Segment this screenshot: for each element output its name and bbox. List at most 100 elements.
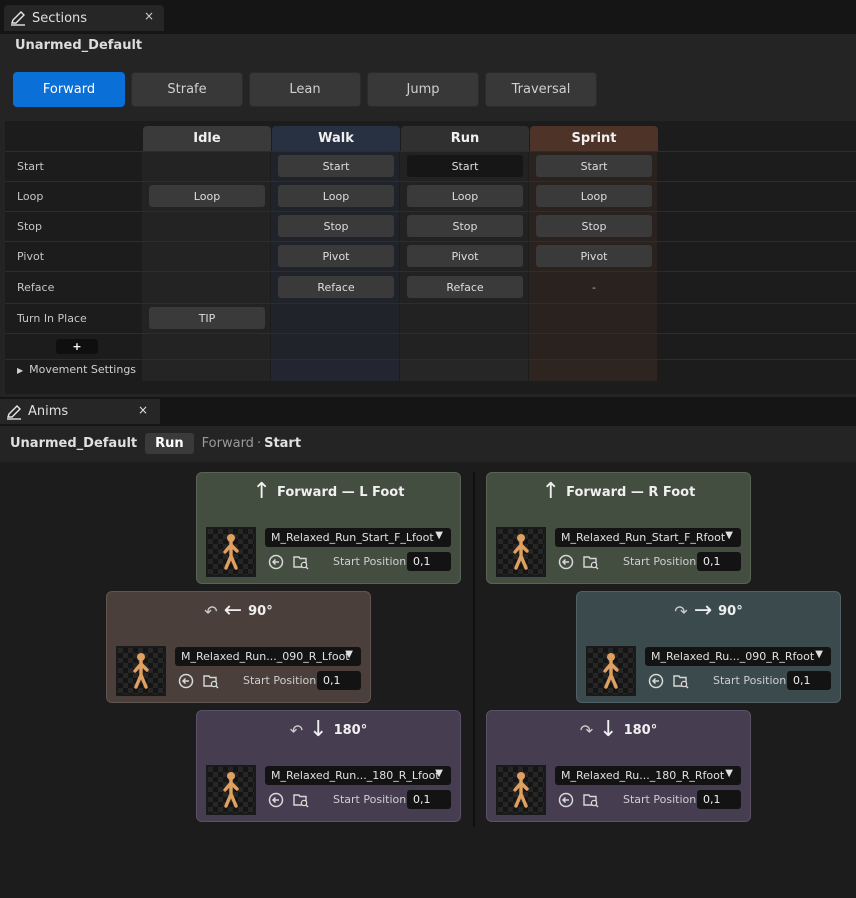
browse-asset-icon[interactable] (293, 554, 309, 570)
use-selected-asset-icon[interactable] (178, 673, 194, 689)
cell-run-stop[interactable]: Stop (407, 215, 523, 237)
segment-traversal[interactable]: Traversal (485, 72, 597, 107)
cell-run-pivot[interactable]: Pivot (407, 245, 523, 267)
anim-asset-select[interactable]: M_Relaxed_Run_Start_F_Rfoot ▼ (555, 528, 741, 547)
start-position-field[interactable]: 0,1 (407, 790, 451, 809)
cell-walk-loop[interactable]: Loop (278, 185, 394, 207)
cell-run-loop[interactable]: Loop (407, 185, 523, 207)
cell-sprint-stop[interactable]: Stop (536, 215, 652, 237)
column-header-walk: Walk (272, 126, 400, 151)
browse-asset-icon[interactable] (673, 673, 689, 689)
movement-settings-toggle[interactable]: ▶ Movement Settings (17, 363, 136, 376)
row-label-start: Start (17, 160, 44, 173)
sections-title: Unarmed_Default (15, 38, 143, 53)
start-position-label: Start Position (623, 555, 697, 568)
start-position-field[interactable]: 0,1 (317, 671, 361, 690)
use-selected-asset-icon[interactable] (558, 792, 574, 808)
anim-card: ↑ Forward — R Foot M_Relaxed_Run_Start_F_R… (486, 472, 751, 584)
settings-bg-walk (271, 359, 399, 381)
chevron-down-icon: ▼ (345, 649, 353, 660)
anim-card: ↷ ↓ 180° M_Relaxed_Ru..._180_R_Rfoot ▼ Start … (486, 710, 751, 822)
cell-sprint-loop[interactable]: Loop (536, 185, 652, 207)
anim-asset-select[interactable]: M_Relaxed_Ru..._090_R_Rfoot ▼ (645, 647, 831, 666)
anim-asset-select[interactable]: M_Relaxed_Run..._090_R_Lfoot ▼ (175, 647, 361, 666)
turn-direction-icon: ↶ (289, 720, 304, 740)
anim-card: ↷ → 90° M_Relaxed_Ru..._090_R_Rfoot ▼ Start P… (576, 591, 841, 703)
cell-idle-tip[interactable]: TIP (149, 307, 265, 329)
row-divider (5, 151, 856, 152)
cell-run-reface[interactable]: Reface (407, 276, 523, 298)
anim-asset-select[interactable]: M_Relaxed_Run_Start_F_Lfoot ▼ (265, 528, 451, 547)
anim-thumbnail[interactable] (496, 527, 546, 577)
cell-walk-pivot[interactable]: Pivot (278, 245, 394, 267)
chevron-down-icon: ▼ (435, 530, 443, 541)
anim-asset-name: M_Relaxed_Ru..._090_R_Rfoot (651, 650, 815, 663)
breadcrumb-gait[interactable]: Run (145, 432, 194, 454)
direction-arrow-icon: ← (223, 598, 243, 623)
use-selected-asset-icon[interactable] (268, 554, 284, 570)
add-row-button[interactable]: + (56, 339, 98, 354)
start-position-field[interactable]: 0,1 (697, 552, 741, 571)
browse-asset-icon[interactable] (203, 673, 219, 689)
breadcrumb-set[interactable]: Unarmed_Default (10, 436, 137, 451)
segment-forward[interactable]: Forward (13, 72, 125, 107)
anim-canvas: ↑ Forward — L Foot M_Relaxed_Run_Start_F_L… (0, 462, 856, 898)
row-divider (5, 271, 856, 272)
start-position-field[interactable]: 0,1 (407, 552, 451, 571)
cell-sprint-pivot[interactable]: Pivot (536, 245, 652, 267)
direction-arrow-icon: ↑ (541, 479, 561, 504)
center-divider (473, 472, 475, 827)
anim-thumbnail[interactable] (586, 646, 636, 696)
browse-asset-icon[interactable] (583, 792, 599, 808)
character-thumbnail-figure (223, 534, 239, 570)
card-title: ↑ Forward — R Foot (487, 479, 750, 505)
cell-walk-stop[interactable]: Stop (278, 215, 394, 237)
breadcrumb-section[interactable]: Forward (202, 436, 254, 451)
anim-thumbnail[interactable] (206, 527, 256, 577)
use-selected-asset-icon[interactable] (268, 792, 284, 808)
browse-asset-icon[interactable] (583, 554, 599, 570)
anim-thumbnail[interactable] (116, 646, 166, 696)
start-position-label: Start Position (243, 674, 317, 687)
start-position-field[interactable]: 0,1 (787, 671, 831, 690)
anim-asset-select[interactable]: M_Relaxed_Ru..._180_R_Rfoot ▼ (555, 766, 741, 785)
row-label-reface: Reface (17, 281, 55, 294)
tab-sections[interactable]: Sections × (4, 5, 164, 31)
cell-walk-reface[interactable]: Reface (278, 276, 394, 298)
cell-idle-loop[interactable]: Loop (149, 185, 265, 207)
close-icon[interactable]: × (144, 9, 154, 23)
anim-card: ↶ ↓ 180° M_Relaxed_Run..._180_R_Lfoot ▼ Start… (196, 710, 461, 822)
card-title: ↷ ↓ 180° (487, 717, 750, 743)
character-thumbnail-figure (603, 653, 619, 689)
anim-asset-name: M_Relaxed_Run..._180_R_Lfoot (271, 769, 440, 782)
anim-thumbnail[interactable] (206, 765, 256, 815)
close-icon[interactable]: × (138, 403, 148, 417)
row-divider (5, 241, 856, 242)
card-title-label: 180° (333, 722, 368, 738)
cell-walk-start[interactable]: Start (278, 155, 394, 177)
use-selected-asset-icon[interactable] (558, 554, 574, 570)
cell-run-start[interactable]: Start (407, 155, 523, 177)
anim-asset-name: M_Relaxed_Run_Start_F_Lfoot (271, 531, 434, 544)
card-title-label: 90° (718, 603, 743, 619)
start-position-field[interactable]: 0,1 (697, 790, 741, 809)
row-label-turn-in-place: Turn In Place (17, 312, 87, 325)
row-label-loop: Loop (17, 190, 44, 203)
browse-asset-icon[interactable] (293, 792, 309, 808)
cell-sprint-start[interactable]: Start (536, 155, 652, 177)
anim-asset-select[interactable]: M_Relaxed_Run..._180_R_Lfoot ▼ (265, 766, 451, 785)
anim-asset-name: M_Relaxed_Run..._090_R_Lfoot (181, 650, 350, 663)
anim-thumbnail[interactable] (496, 765, 546, 815)
segment-jump[interactable]: Jump (367, 72, 479, 107)
column-header-sprint: Sprint (530, 126, 658, 151)
tab-anims[interactable]: Anims × (0, 399, 160, 424)
anims-tabbar: Anims × (0, 397, 856, 426)
use-selected-asset-icon[interactable] (648, 673, 664, 689)
segment-strafe[interactable]: Strafe (131, 72, 243, 107)
start-position-label: Start Position (623, 793, 697, 806)
row-divider (5, 303, 856, 304)
segment-lean[interactable]: Lean (249, 72, 361, 107)
row-divider (5, 181, 856, 182)
start-position-label: Start Position (333, 793, 407, 806)
chevron-down-icon: ▼ (725, 530, 733, 541)
